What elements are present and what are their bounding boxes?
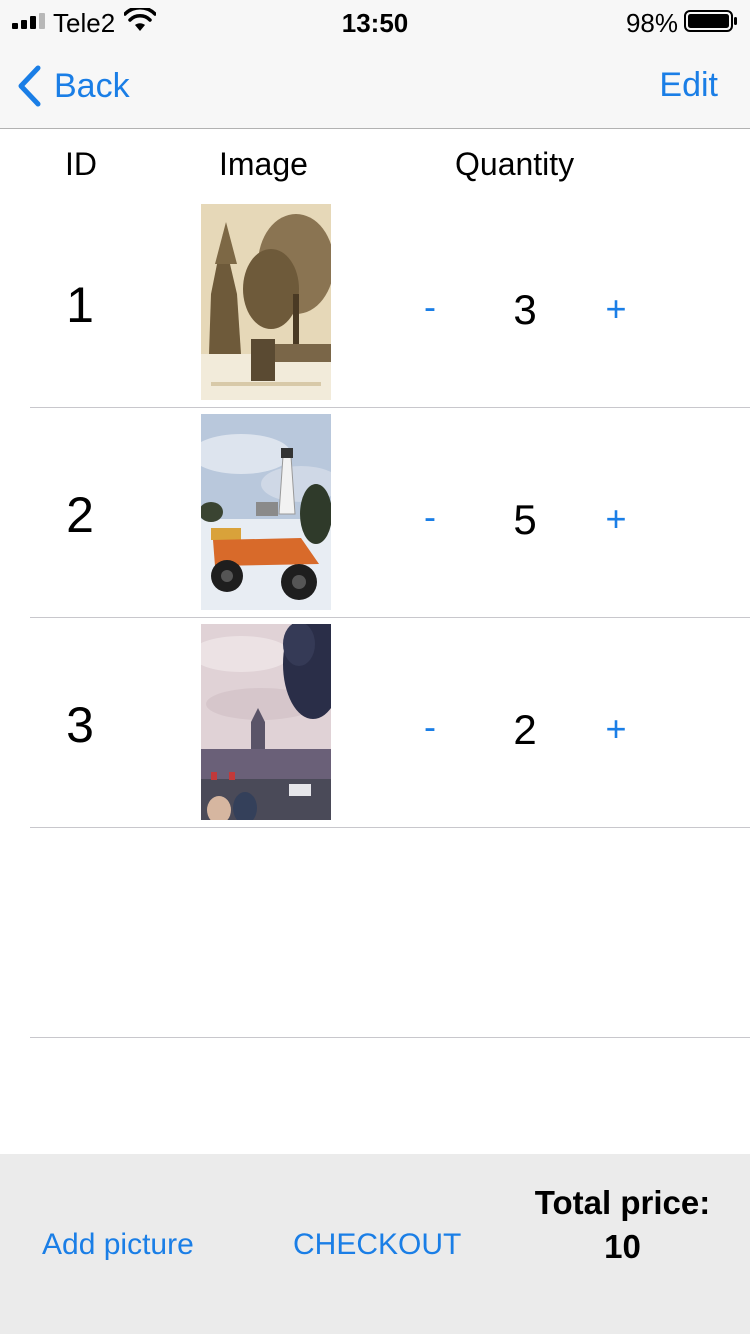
increase-quantity-button[interactable]: + bbox=[596, 498, 636, 540]
column-header-quantity: Quantity bbox=[455, 146, 575, 182]
decrease-quantity-button[interactable]: - bbox=[410, 496, 450, 538]
row-id: 2 bbox=[66, 487, 94, 543]
back-label: Back bbox=[54, 66, 130, 105]
row-divider bbox=[30, 827, 750, 828]
lighthouse-atv-photo bbox=[201, 414, 331, 610]
quantity-value: 5 bbox=[513, 496, 537, 543]
row-thumbnail-lighthouse-atv[interactable] bbox=[201, 414, 331, 610]
table-row: 1 - 3 + bbox=[0, 204, 750, 414]
row-divider bbox=[30, 407, 750, 408]
row-thumbnail-snowy-trees[interactable] bbox=[201, 204, 331, 400]
chevron-left-icon bbox=[18, 65, 41, 107]
back-button[interactable]: Back bbox=[16, 64, 130, 108]
quantity-value: 2 bbox=[513, 706, 537, 753]
table-row: 3 - 2 + bbox=[0, 624, 750, 834]
battery-percentage: 98% bbox=[625, 8, 678, 38]
table-row: 2 - 5 + bbox=[0, 414, 750, 624]
navigation-bar: Back Edit bbox=[0, 40, 750, 129]
decrease-quantity-button[interactable]: - bbox=[410, 286, 450, 328]
battery-icon bbox=[684, 10, 737, 32]
decrease-quantity-button[interactable]: - bbox=[410, 706, 450, 748]
increase-quantity-button[interactable]: + bbox=[596, 708, 636, 750]
bottom-toolbar: Add picture CHECKOUT Total price: 10 bbox=[0, 1154, 750, 1334]
row-thumbnail-clock-tower[interactable] bbox=[201, 624, 331, 820]
quantity-value: 3 bbox=[513, 286, 537, 333]
clock-tower-street-photo bbox=[201, 624, 331, 820]
add-picture-button[interactable]: Add picture bbox=[42, 1228, 194, 1262]
total-price-value: 10 bbox=[604, 1228, 641, 1265]
increase-quantity-button[interactable]: + bbox=[596, 288, 636, 330]
row-divider bbox=[30, 617, 750, 618]
column-header-image: Image bbox=[219, 146, 308, 182]
row-id: 3 bbox=[66, 697, 94, 753]
total-price-label: Total price: bbox=[534, 1184, 711, 1221]
row-id: 1 bbox=[66, 277, 94, 333]
checkout-button[interactable]: CHECKOUT bbox=[293, 1228, 461, 1262]
snowy-trees-photo bbox=[201, 204, 331, 400]
edit-button[interactable]: Edit bbox=[659, 66, 718, 105]
status-bar: Tele2 13:50 98% bbox=[0, 0, 750, 40]
column-header-id: ID bbox=[65, 146, 97, 182]
row-divider bbox=[30, 1037, 750, 1038]
